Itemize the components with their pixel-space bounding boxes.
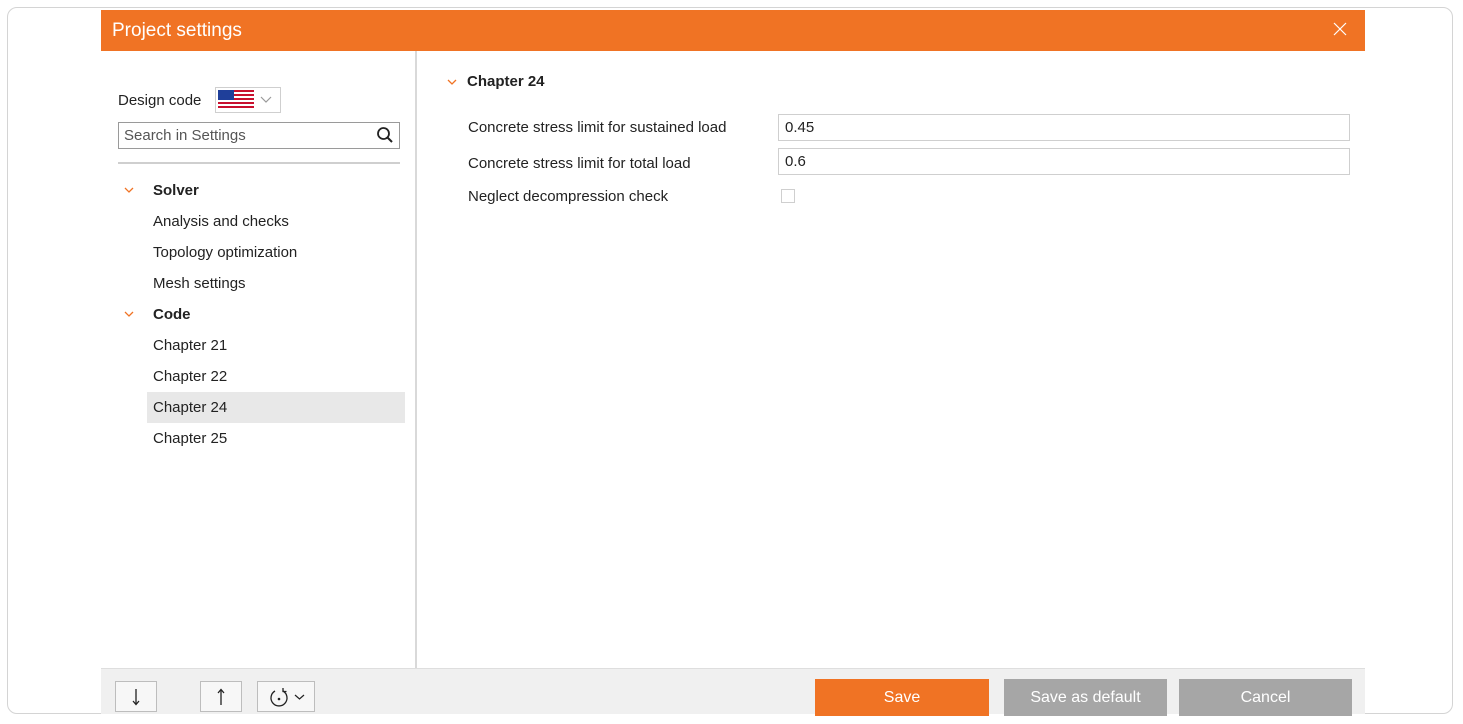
settings-tree: Solver Analysis and checks Topology opti… [101,175,417,454]
chevron-down-icon [260,96,272,103]
dialog-footer: Save Save as default Cancel [101,668,1365,716]
export-button[interactable] [200,681,242,712]
tree-item-chapter-24[interactable]: Chapter 24 [147,392,405,423]
total-load-stress-limit-input[interactable] [778,148,1350,175]
tree-item-chapter-25[interactable]: Chapter 25 [101,423,417,454]
sustained-load-stress-limit-input[interactable] [778,114,1350,141]
settings-content-pane: Chapter 24 Concrete stress limit for sus… [417,51,1365,668]
reset-dropdown-button[interactable] [257,681,315,712]
tree-group-code[interactable]: Code [101,299,417,330]
property-label-sustained-load: Concrete stress limit for sustained load [468,119,727,136]
tree-item-label: Chapter 25 [153,430,228,447]
tree-group-label: Solver [153,182,199,199]
tree-item-label: Chapter 22 [153,368,228,385]
dialog-title: Project settings [112,20,242,41]
save-as-default-button[interactable]: Save as default [1004,679,1167,716]
tree-item-label: Topology optimization [153,244,298,261]
chevron-down-icon [294,694,304,700]
section-title: Chapter 24 [467,73,545,90]
section-header-chapter-24[interactable]: Chapter 24 [447,73,545,90]
title-bar: Project settings [101,10,1365,51]
tree-item-label: Mesh settings [153,275,246,292]
nav-divider [118,162,400,164]
arrow-up-icon [217,688,225,705]
search-icon[interactable] [376,126,394,144]
tree-item-topology-optimization[interactable]: Topology optimization [101,237,417,268]
tree-item-chapter-21[interactable]: Chapter 21 [101,330,417,361]
tree-group-solver[interactable]: Solver [101,175,417,206]
tree-item-chapter-22[interactable]: Chapter 22 [101,361,417,392]
project-settings-dialog: Project settings Design code Search in S… [101,10,1365,716]
neglect-decompression-checkbox[interactable] [781,189,795,203]
design-code-row: Design code [118,87,282,113]
tree-item-label: Analysis and checks [153,213,289,230]
design-code-label: Design code [118,91,202,109]
chevron-down-icon [124,187,134,193]
property-label-decompression: Neglect decompression check [468,188,669,205]
property-label-total-load: Concrete stress limit for total load [468,155,691,172]
tree-item-label: Chapter 21 [153,337,228,354]
close-icon[interactable] [1333,22,1347,36]
chevron-down-icon [124,311,134,317]
cancel-button[interactable]: Cancel [1179,679,1352,716]
save-button[interactable]: Save [815,679,989,716]
design-code-select[interactable] [215,87,282,113]
reset-icon [269,687,288,707]
settings-navigation-pane: Design code Search in Settings Solver An… [101,51,417,668]
arrow-down-icon [132,688,140,705]
search-input[interactable] [119,123,366,148]
tree-item-label: Chapter 24 [153,399,228,416]
chevron-down-icon [447,79,457,85]
tree-item-analysis-and-checks[interactable]: Analysis and checks [101,206,417,237]
tree-item-mesh-settings[interactable]: Mesh settings [101,268,417,299]
settings-search [118,122,400,149]
tree-group-label: Code [153,306,191,323]
import-button[interactable] [115,681,157,712]
us-flag-icon [218,90,255,110]
